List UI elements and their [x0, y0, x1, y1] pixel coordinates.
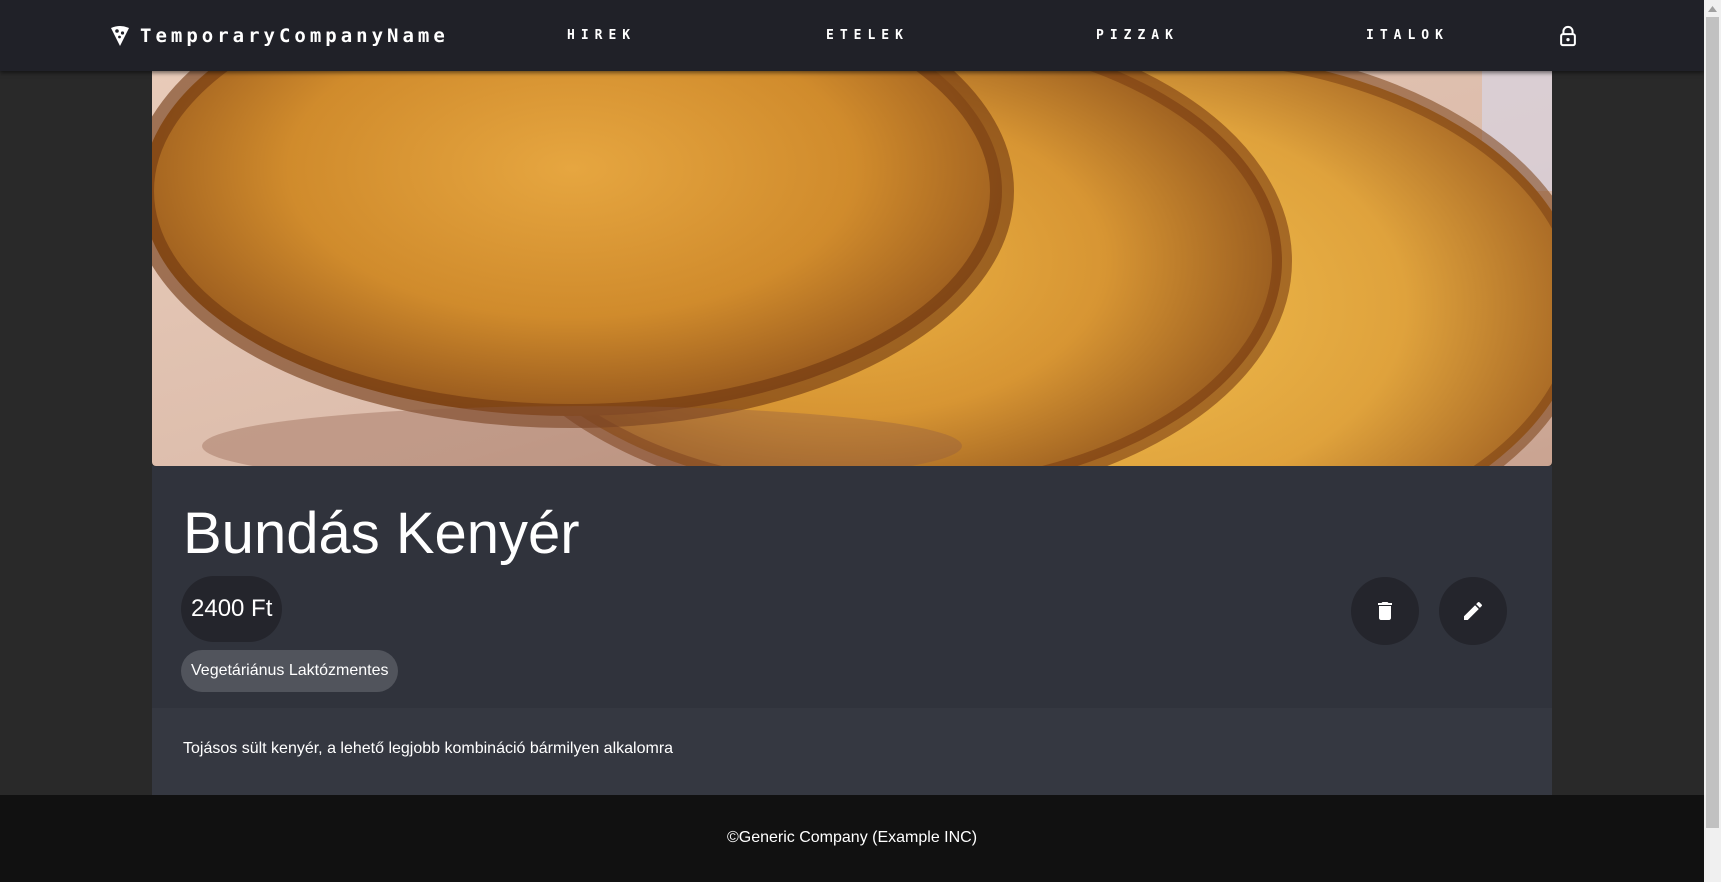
- product-description: Tojásos sült kenyér, a lehető legjobb ko…: [183, 740, 674, 757]
- product-image: [152, 71, 1552, 466]
- footer-copyright: ©Generic Company (Example INC): [726, 829, 978, 846]
- login-button[interactable]: [1549, 17, 1587, 55]
- vertical-scrollbar[interactable]: [1704, 0, 1721, 882]
- nav-link-pizzak[interactable]: PIZZAK: [1096, 28, 1179, 43]
- brand-name: TemporaryCompanyName: [140, 25, 449, 47]
- pizza-slice-icon: [111, 26, 129, 46]
- tag-chip: Vegetáriánus Laktózmentes: [181, 650, 399, 692]
- trash-icon: [1378, 602, 1392, 620]
- page-margin-right: [1552, 71, 1704, 795]
- product-card: Bundás Kenyér 2400 Ft Vegetáriánus Laktó…: [152, 71, 1552, 795]
- footer: ©Generic Company (Example INC): [0, 795, 1704, 882]
- nav-link-hirek[interactable]: HIREK: [567, 28, 636, 43]
- tag-list: Vegetáriánus Laktózmentes: [181, 650, 399, 692]
- product-description-section: Tojásos sült kenyér, a lehető legjobb ko…: [152, 708, 1552, 795]
- french-toast-photo: [152, 71, 1552, 466]
- delete-button[interactable]: [1351, 577, 1419, 645]
- lock-icon: [1560, 25, 1576, 47]
- product-title: Bundás Kenyér: [183, 501, 580, 566]
- top-navbar: TemporaryCompanyName HIREK ETELEK PIZZAK…: [0, 0, 1704, 71]
- scrollbar-thumb[interactable]: [1706, 17, 1719, 828]
- page-margin-left: [0, 71, 152, 795]
- product-info: Bundás Kenyér 2400 Ft Vegetáriánus Laktó…: [152, 466, 1552, 708]
- scroll-up-arrow-icon[interactable]: [1704, 0, 1721, 17]
- nav-link-etelek[interactable]: ETELEK: [826, 28, 909, 43]
- pencil-icon: [1464, 601, 1483, 620]
- brand[interactable]: TemporaryCompanyName: [110, 22, 449, 50]
- edit-button[interactable]: [1439, 577, 1507, 645]
- price-badge: 2400 Ft: [181, 576, 283, 642]
- nav-link-italok[interactable]: ITALOK: [1366, 28, 1449, 43]
- page: TemporaryCompanyName HIREK ETELEK PIZZAK…: [0, 0, 1721, 882]
